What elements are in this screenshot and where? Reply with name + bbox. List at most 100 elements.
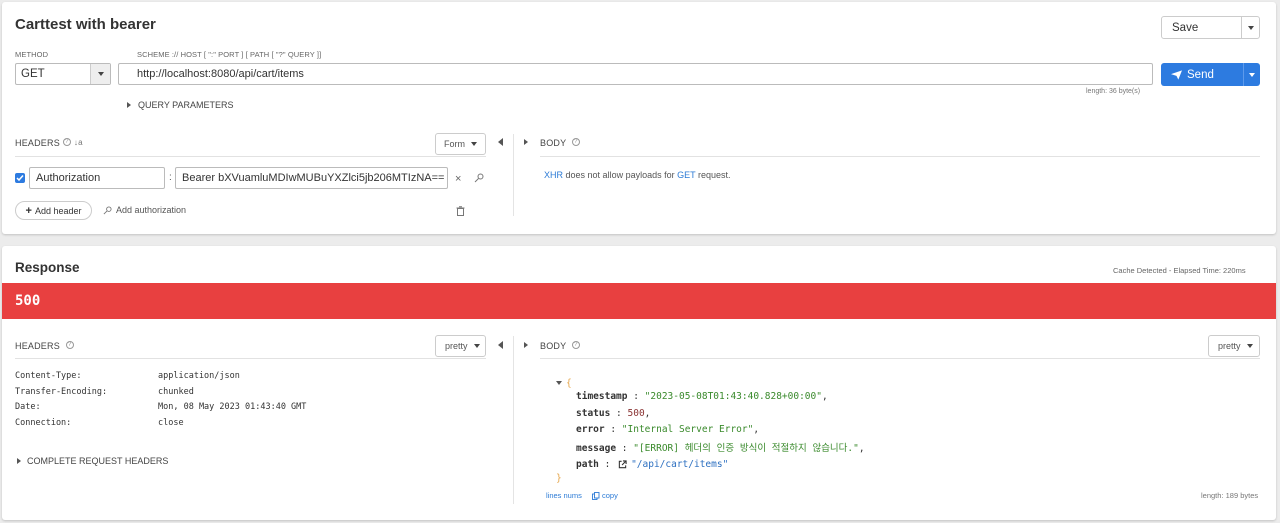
header-name: Date: [15, 402, 41, 413]
response-title: Response [15, 260, 80, 275]
remove-header-icon[interactable]: × [455, 173, 461, 185]
send-button-group: Send [1161, 63, 1260, 86]
url-label: SCHEME :// HOST [ ":" PORT ] [ PATH [ "?… [137, 50, 322, 59]
header-key-input[interactable]: Authorization [29, 167, 165, 189]
query-parameters-label: QUERY PARAMETERS [138, 100, 234, 110]
body-format-label: pretty [1218, 341, 1241, 351]
xhr-link[interactable]: XHR [544, 170, 563, 180]
url-input[interactable]: http://localhost:8080/api/cart/items [118, 63, 1153, 85]
external-link-icon[interactable] [618, 460, 627, 469]
json-key: status [576, 407, 611, 419]
body-format-select[interactable]: pretty [1208, 335, 1260, 357]
copy-label: copy [602, 491, 618, 500]
chevron-down-icon [1246, 344, 1253, 348]
json-key: timestamp [576, 391, 628, 403]
chevron-down-icon [473, 344, 480, 348]
response-body-divider [540, 358, 1260, 359]
get-link[interactable]: GET [677, 170, 695, 180]
response-length: length: 189 bytes [1201, 491, 1259, 500]
add-authorization-button[interactable]: Add authorization [103, 205, 186, 215]
json-close-line: } [556, 473, 865, 489]
json-field: message : "[ERROR] 헤더의 인증 방식이 적절하지 않습니다.… [556, 440, 865, 456]
json-path-link[interactable]: "/api/cart/items" [631, 459, 728, 470]
form-mode-select[interactable]: Form [435, 133, 486, 155]
header-entry: Transfer-Encoding: chunked [15, 387, 306, 403]
complete-request-headers-toggle[interactable]: COMPLETE REQUEST HEADERS [17, 456, 168, 466]
expand-arrow-icon [17, 458, 21, 464]
method-select[interactable]: GET [15, 63, 111, 85]
json-field: path : "/api/cart/items" [556, 456, 865, 472]
response-panel-splitter[interactable] [513, 336, 514, 504]
help-icon[interactable]: ? [65, 341, 74, 349]
response-panel: Response Cache Detected - Elapsed Time: … [2, 246, 1276, 520]
json-field: status : 500, [556, 408, 865, 424]
method-dropdown-toggle[interactable] [90, 64, 110, 84]
sort-icon[interactable]: ↓a [74, 138, 83, 147]
chevron-down-icon [97, 72, 104, 76]
response-headers-label: HEADERS [15, 341, 60, 351]
json-comma: , [858, 443, 865, 455]
json-colon: : [598, 459, 617, 471]
json-value: "2023-05-08T01:43:40.828+00:00" [644, 391, 822, 403]
json-viewer: { timestamp : "2023-05-08T01:43:40.828+0… [556, 375, 865, 489]
json-open-line: { [556, 375, 865, 391]
json-colon: : [610, 407, 628, 419]
copy-button[interactable]: copy [592, 491, 618, 500]
form-mode-label: Form [444, 139, 465, 149]
help-icon[interactable]: ? [62, 138, 71, 146]
json-colon: : [604, 423, 622, 435]
key-icon [103, 205, 112, 214]
request-title: Carttest with bearer [15, 16, 156, 33]
json-key: path [576, 459, 599, 471]
collapse-right-arrow-icon[interactable] [524, 342, 528, 348]
json-key: message [576, 443, 617, 455]
help-icon[interactable]: ? [571, 341, 580, 349]
json-colon: : [616, 443, 634, 455]
json-field: error : "Internal Server Error", [556, 424, 865, 440]
request-body-label: BODY [540, 138, 567, 148]
json-colon: : [627, 391, 645, 403]
note-end: request. [697, 170, 731, 180]
header-name: Content-Type: [15, 371, 82, 381]
headers-format-label: pretty [445, 341, 468, 351]
key-icon[interactable] [474, 173, 484, 183]
headers-label: HEADERS [15, 138, 60, 148]
header-entry: Connection: close [15, 418, 306, 434]
trash-icon[interactable] [456, 206, 465, 216]
collapse-object-icon[interactable] [556, 381, 562, 386]
send-button[interactable]: Send [1161, 69, 1243, 81]
checkmark-icon [16, 175, 24, 182]
headers-heading: HEADERS ? ↓a [15, 138, 83, 148]
status-code: 500 [15, 293, 41, 309]
collapse-right-arrow-icon[interactable] [524, 139, 528, 145]
header-separator: : [169, 172, 172, 183]
response-meta: Cache Detected - Elapsed Time: 220ms [1113, 266, 1246, 275]
note-middle: does not allow payloads for [565, 170, 675, 180]
help-icon[interactable]: ? [571, 138, 580, 146]
json-close-brace: } [556, 472, 562, 484]
line-numbers-toggle[interactable]: lines nums [546, 491, 582, 500]
header-value-input[interactable]: Bearer bXVuamluMDIwMUBuYXZlci5jb206MTIzN… [175, 167, 448, 189]
save-options-button[interactable] [1241, 17, 1259, 38]
add-header-button[interactable]: + Add header [15, 201, 92, 220]
header-enabled-checkbox[interactable] [15, 173, 25, 183]
request-panel: Carttest with bearer Save METHOD SCHEME … [2, 2, 1276, 234]
request-body-divider [540, 156, 1260, 157]
panel-splitter[interactable] [513, 134, 514, 216]
header-entry: Date: Mon, 08 May 2023 01:43:40 GMT [15, 402, 306, 418]
headers-format-select[interactable]: pretty [435, 335, 486, 357]
json-value: "[ERROR] 헤더의 인증 방식이 적절하지 않습니다." [633, 443, 859, 455]
json-field: timestamp : "2023-05-08T01:43:40.828+00:… [556, 391, 865, 407]
status-bar: 500 [2, 283, 1276, 319]
expand-arrow-icon [127, 102, 131, 108]
json-comma: , [644, 407, 651, 419]
collapse-left-arrow-icon[interactable] [498, 138, 503, 146]
complete-request-headers-label: COMPLETE REQUEST HEADERS [27, 456, 169, 466]
header-name: Connection: [15, 418, 72, 429]
request-body-heading: BODY ? [540, 138, 580, 148]
send-label: Send [1187, 68, 1214, 81]
query-parameters-toggle[interactable]: QUERY PARAMETERS [127, 100, 234, 110]
collapse-left-arrow-icon[interactable] [498, 341, 503, 349]
send-options-button[interactable] [1243, 63, 1260, 86]
save-button[interactable]: Save [1162, 22, 1241, 34]
